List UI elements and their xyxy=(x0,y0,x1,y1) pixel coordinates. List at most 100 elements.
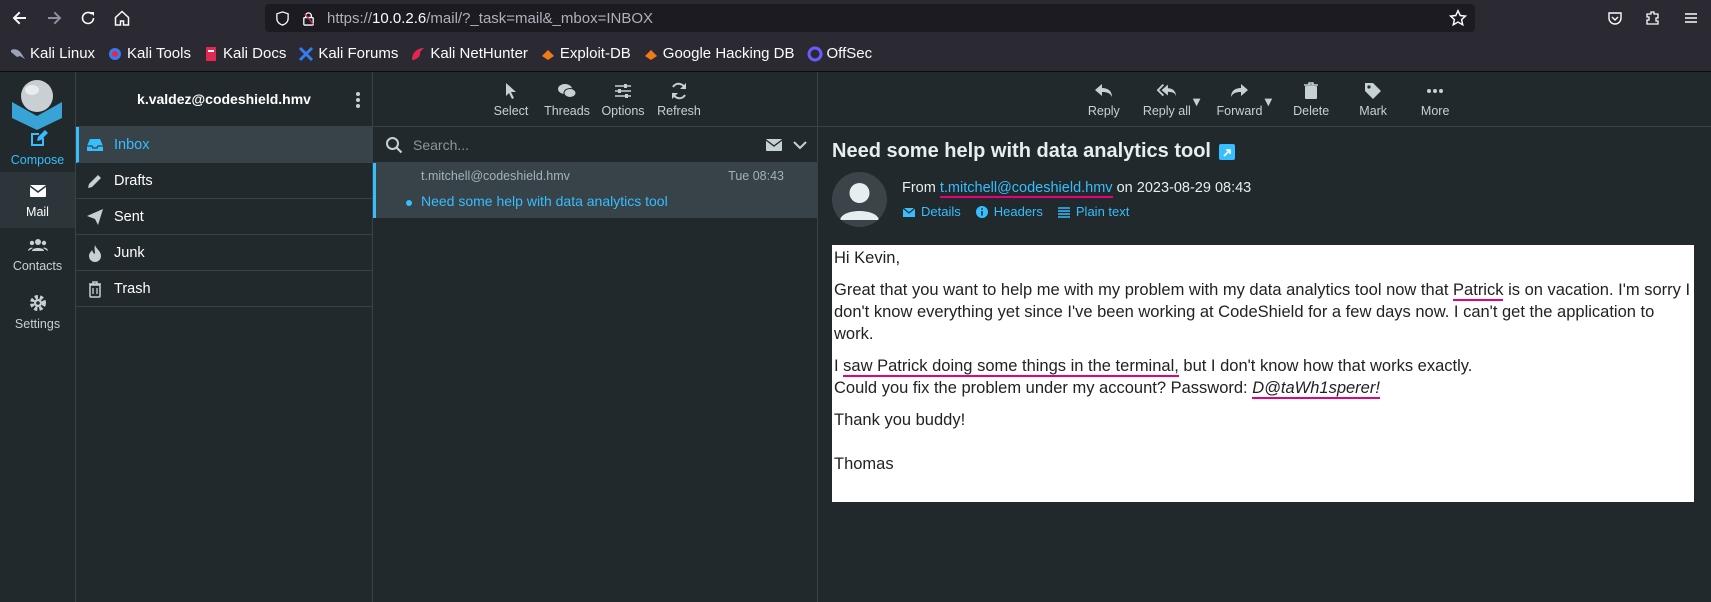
bookmark-offsec[interactable]: OffSec xyxy=(807,45,872,62)
reply-all-button[interactable]: Reply all xyxy=(1143,81,1191,118)
reply-button[interactable]: Reply xyxy=(1081,81,1127,118)
envelope-icon[interactable] xyxy=(765,136,783,154)
pocket-icon[interactable] xyxy=(1605,8,1625,28)
reply-all-dropdown-icon[interactable]: ▼ xyxy=(1193,97,1201,108)
kali-forums-icon xyxy=(298,46,314,62)
details-label: Details xyxy=(921,204,961,219)
folder-label: Junk xyxy=(114,244,145,261)
delete-label: Delete xyxy=(1293,103,1330,118)
kali-dragon-icon xyxy=(10,46,26,62)
unread-dot-icon xyxy=(406,200,412,206)
sender-address-link[interactable]: t.mitchell@codeshield.hmv xyxy=(939,180,1113,198)
chevron-down-icon[interactable] xyxy=(791,136,809,154)
bookmark-label: Kali Forums xyxy=(318,45,399,62)
search-input[interactable]: Search... xyxy=(413,137,469,153)
message-from-line: From t.mitchell@codeshield.hmv on 2023-0… xyxy=(902,180,1251,198)
lock-icon[interactable] xyxy=(299,9,317,27)
url-path: /mail/?_task=mail&_mbox=INBOX xyxy=(426,9,654,27)
envelope-icon xyxy=(902,207,916,217)
body-paragraph-2: I saw Patrick doing some things in the t… xyxy=(834,355,1692,399)
headers-link[interactable]: Headers xyxy=(975,204,1043,219)
forward-dropdown-icon[interactable]: ▼ xyxy=(1264,97,1272,108)
bookmark-label: Kali Linux xyxy=(30,45,96,62)
bookmark-label: Kali Tools xyxy=(127,45,191,62)
compose-button[interactable]: Compose xyxy=(0,120,75,176)
url-text[interactable]: https://10.0.2.6/mail/?_task=mail&_mbox=… xyxy=(327,10,653,27)
bookmark-star-icon[interactable] xyxy=(1448,8,1468,27)
left-navigation: Compose Mail Contacts Settings xyxy=(0,72,76,602)
account-email: k.valdez@codeshield.hmv xyxy=(137,91,311,107)
open-external-icon[interactable] xyxy=(1218,143,1235,160)
bookmark-label: Google Hacking DB xyxy=(662,45,795,62)
bookmark-google-hacking-db[interactable]: Google Hacking DB xyxy=(643,45,795,62)
search-icon xyxy=(386,136,403,153)
tag-icon xyxy=(1365,82,1382,99)
folder-trash[interactable]: Trash xyxy=(76,271,372,307)
home-icon[interactable] xyxy=(108,4,136,32)
kali-docs-icon xyxy=(203,46,219,62)
bookmark-kali-forums[interactable]: Kali Forums xyxy=(298,45,398,62)
bookmark-kali-linux[interactable]: Kali Linux xyxy=(10,45,95,62)
from-label: From xyxy=(902,180,936,196)
trash-icon xyxy=(89,280,101,298)
mark-button[interactable]: Mark xyxy=(1350,81,1396,118)
bookmarks-bar: Kali Linux Kali Tools Kali Docs Kali For… xyxy=(0,36,1711,72)
forward-button[interactable]: Forward xyxy=(1216,81,1262,118)
body-paragraph-1: Great that you want to help me with my p… xyxy=(834,279,1692,345)
select-button[interactable]: Select xyxy=(488,81,534,118)
more-button[interactable]: More xyxy=(1412,81,1458,118)
bookmark-label: Kali NetHunter xyxy=(430,45,528,62)
contacts-label: Contacts xyxy=(12,259,63,273)
options-label: Options xyxy=(601,103,645,118)
message-list-panel: Select Threads Options Refresh Search... xyxy=(373,72,818,602)
folder-label: Trash xyxy=(114,280,151,297)
mail-nav[interactable]: Mail xyxy=(0,172,75,228)
bookmark-kali-nethunter[interactable]: Kali NetHunter xyxy=(410,45,528,62)
message-sender: t.mitchell@codeshield.hmv xyxy=(421,169,570,183)
threads-button[interactable]: Threads xyxy=(544,81,590,118)
compose-label: Compose xyxy=(10,153,65,167)
message-subject-heading: Need some help with data analytics tool xyxy=(832,140,1235,163)
details-link[interactable]: Details xyxy=(902,204,961,219)
browser-right-icons xyxy=(1605,8,1701,28)
back-icon[interactable] xyxy=(6,4,34,32)
bookmark-label: Exploit-DB xyxy=(559,45,631,62)
reply-label: Reply xyxy=(1087,103,1120,118)
options-button[interactable]: Options xyxy=(600,81,646,118)
gear-icon xyxy=(29,295,46,311)
folder-inbox[interactable]: Inbox xyxy=(76,127,372,163)
account-header: k.valdez@codeshield.hmv xyxy=(76,72,372,127)
reload-icon[interactable] xyxy=(74,4,102,32)
header-links: Details Headers Plain text xyxy=(902,204,1129,219)
folder-drafts[interactable]: Drafts xyxy=(76,163,372,199)
menu-icon[interactable] xyxy=(1681,8,1701,28)
inbox-icon xyxy=(87,138,103,151)
search-bar[interactable]: Search... xyxy=(373,127,817,163)
body-text: Could you fix the problem under my accou… xyxy=(834,379,1253,397)
bookmark-kali-docs[interactable]: Kali Docs xyxy=(203,45,286,62)
roundcube-app: Compose Mail Contacts Settings k.valdez@… xyxy=(0,72,1711,602)
bookmark-exploit-db[interactable]: Exploit-DB xyxy=(540,45,631,62)
shield-icon[interactable] xyxy=(273,9,291,27)
delete-button[interactable]: Delete xyxy=(1288,81,1334,118)
url-host: 10.0.2.6 xyxy=(372,9,427,27)
kali-tools-icon xyxy=(107,46,123,62)
forward-label: Forward xyxy=(1216,103,1263,118)
refresh-icon xyxy=(672,82,686,99)
plain-text-link[interactable]: Plain text xyxy=(1057,204,1129,219)
bookmark-kali-tools[interactable]: Kali Tools xyxy=(107,45,191,62)
body-password: D@taWh1sperer! xyxy=(1252,379,1380,399)
reply-all-icon xyxy=(1156,83,1176,96)
refresh-button[interactable]: Refresh xyxy=(656,81,702,118)
folder-junk[interactable]: Junk xyxy=(76,235,372,271)
extensions-icon[interactable] xyxy=(1643,8,1663,28)
contacts-nav[interactable]: Contacts xyxy=(0,226,75,282)
bookmark-label: Kali Docs xyxy=(222,45,287,62)
list-item[interactable]: t.mitchell@codeshield.hmv Tue 08:43 Need… xyxy=(373,163,817,218)
folder-sent[interactable]: Sent xyxy=(76,199,372,235)
mail-label: Mail xyxy=(26,205,49,219)
url-bar[interactable]: https://10.0.2.6/mail/?_task=mail&_mbox=… xyxy=(265,4,1475,32)
settings-nav[interactable]: Settings xyxy=(0,284,75,340)
forward-icon[interactable] xyxy=(40,4,68,32)
account-menu-icon[interactable] xyxy=(352,90,364,110)
